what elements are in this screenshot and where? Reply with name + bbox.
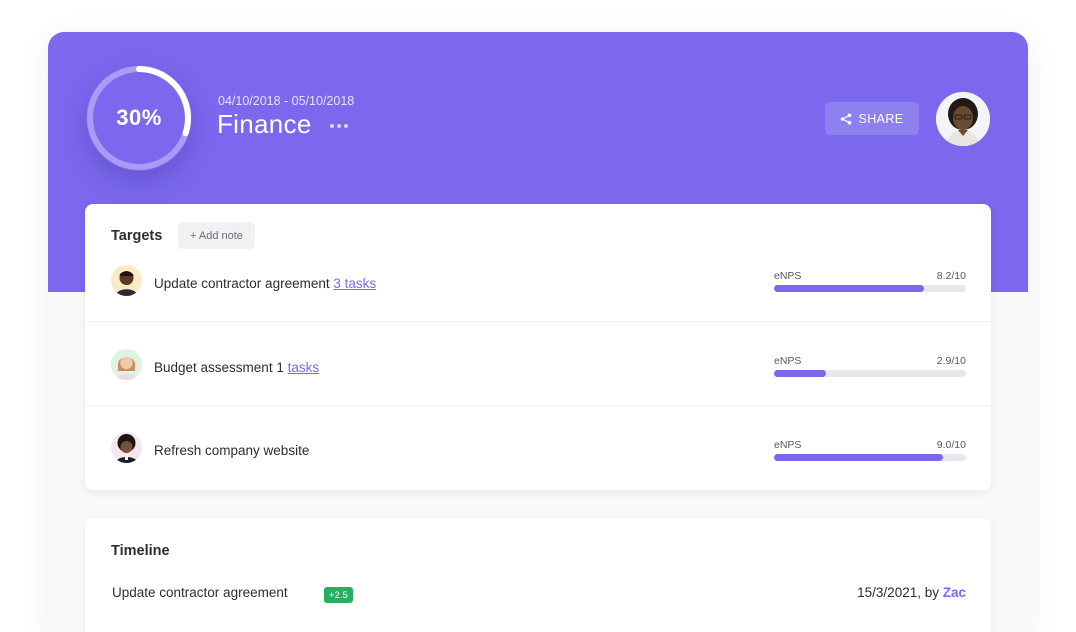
metric-progress-bar [774,285,966,292]
metric-value: 8.2/10 [936,270,966,282]
target-row: Budget assessment 1 tasks eNPS 2.9/10 [85,322,991,406]
timeline-title: Timeline [111,543,170,559]
metric-progress-bar [774,370,966,377]
metric-name: eNPS [774,355,802,367]
avatar [111,349,142,380]
metric-value: 2.9/10 [936,355,966,367]
timeline-date: 15/3/2021, by Zac [857,585,966,600]
avatar [111,265,142,296]
author-link[interactable]: Zac [943,585,966,600]
metric-name: eNPS [774,270,802,282]
tasks-link[interactable]: tasks [288,360,320,375]
share-icon [841,113,852,124]
person-avatar-image [115,356,138,380]
timeline-item-label: Update contractor agreement [112,585,288,600]
timeline-card: Timeline Update contractor agreement +2.… [85,518,991,632]
goal-panel: 30% 04/10/2018 - 05/10/2018 Finance SHAR… [48,32,1028,632]
target-row: Update contractor agreement 3 tasks eNPS… [85,238,991,322]
delta-badge: +2.5 [324,587,353,603]
avatar[interactable] [936,92,990,146]
progress-percent: 30% [116,105,162,130]
avatar [111,432,142,463]
share-button[interactable]: SHARE [825,102,919,135]
person-avatar-image [115,271,138,296]
target-row: Refresh company website eNPS 9.0/10 [85,406,991,490]
share-label: SHARE [858,111,904,126]
progress-ring: 30% [86,65,192,171]
page-title: Finance [217,109,312,139]
target-label: Budget assessment 1 tasks [154,360,320,375]
target-label: Update contractor agreement 3 tasks [154,276,377,291]
metric-progress-fill [774,454,943,461]
metric-progress-bar [774,454,966,461]
metric-progress-fill [774,285,924,292]
date-range: 04/10/2018 - 05/10/2018 [218,94,355,108]
more-horizontal-icon[interactable] [330,124,348,128]
targets-card: Targets + Add note Update contractor agr… [85,204,991,490]
metric-progress-fill [774,370,826,377]
metric-value: 9.0/10 [936,439,966,451]
target-label: Refresh company website [154,443,310,458]
tasks-link[interactable]: 3 tasks [333,276,376,291]
metric-name: eNPS [774,439,802,451]
user-avatar-image [936,92,990,146]
person-avatar-image [115,434,138,463]
